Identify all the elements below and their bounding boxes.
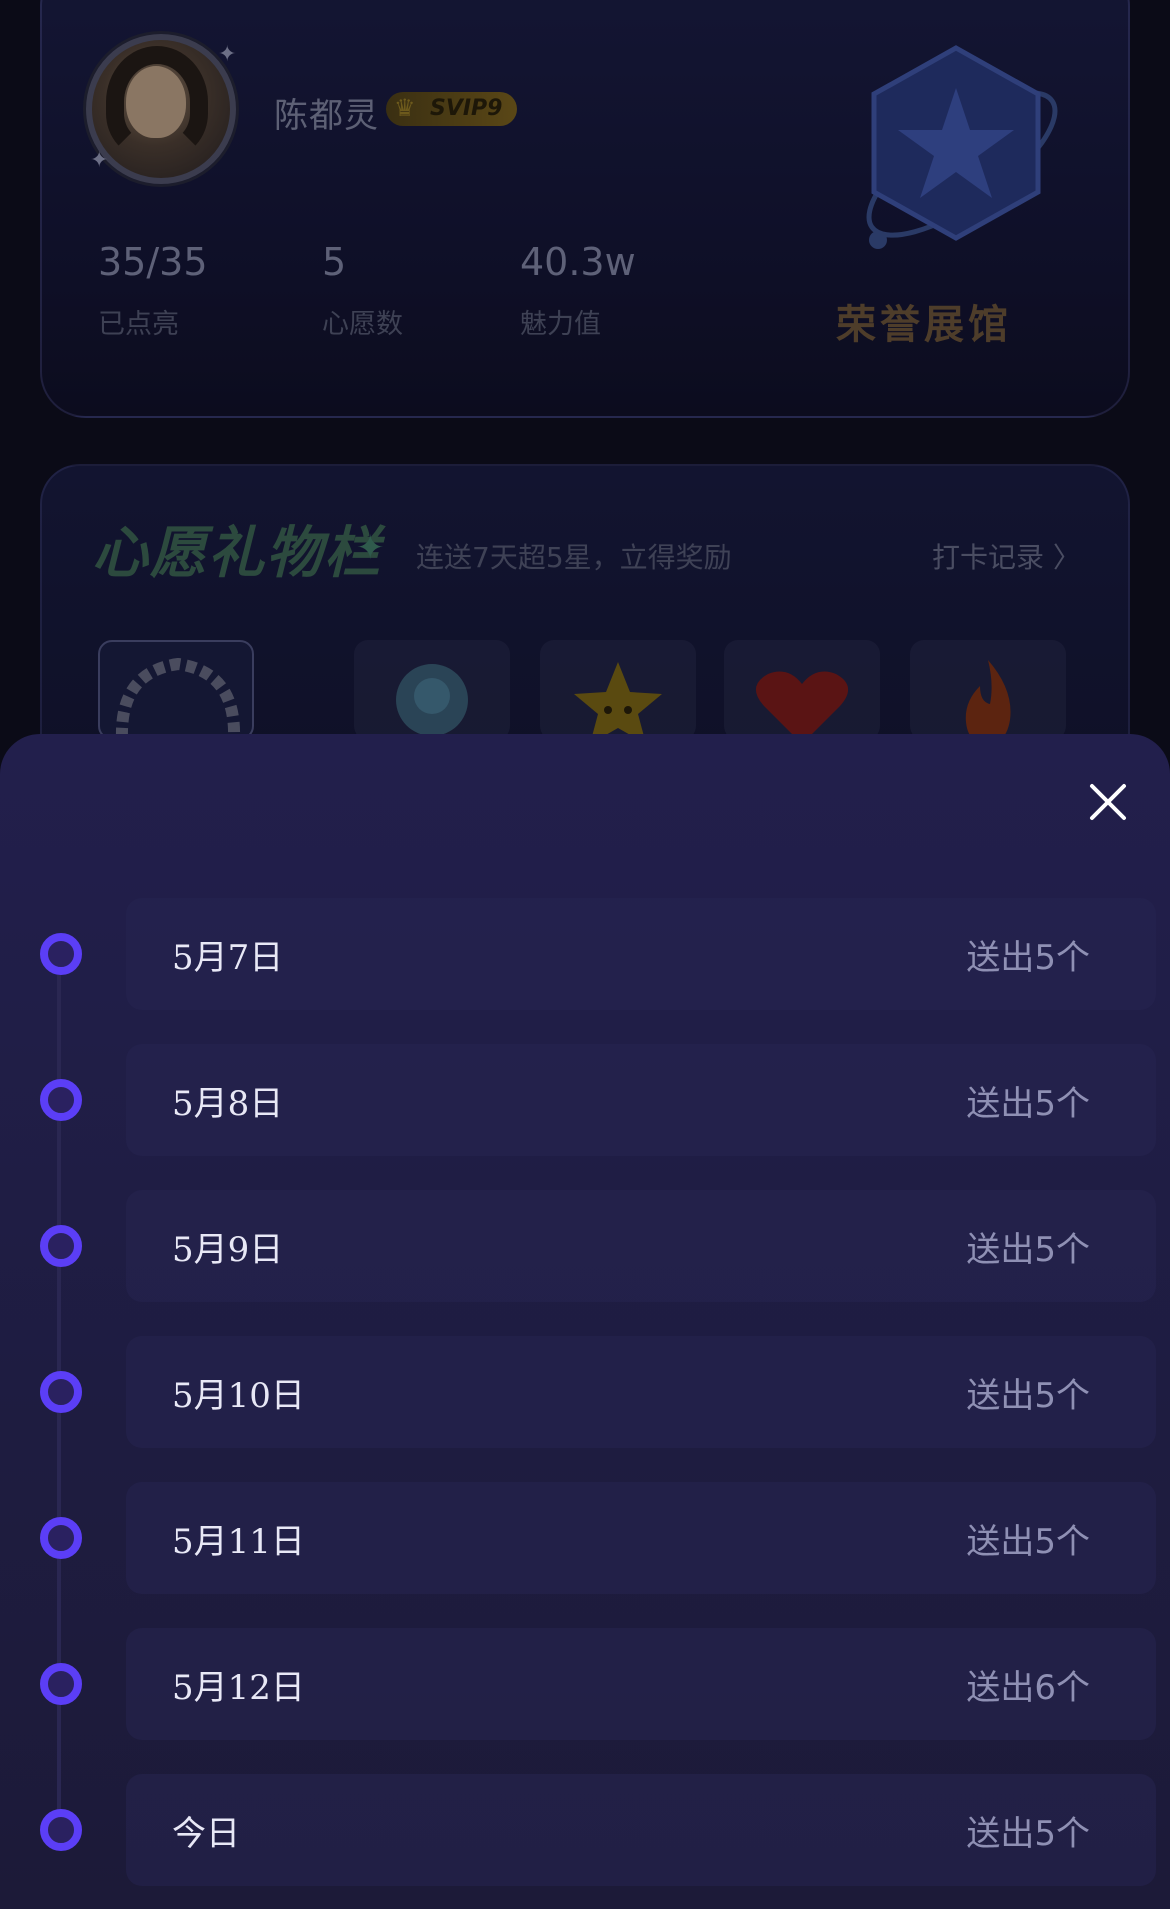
gift-slot-heart[interactable]: [724, 640, 880, 744]
flame-icon: [965, 660, 1011, 744]
timeline-dot-icon: [40, 1225, 82, 1267]
record-row: 5月10日 送出5个: [0, 1336, 1170, 1448]
gift-slot-rose[interactable]: [354, 640, 510, 740]
timeline-dot-icon: [40, 1517, 82, 1559]
stat-value: 40.3w: [520, 240, 636, 284]
record-row: 5月11日 送出5个: [0, 1482, 1170, 1594]
record-count: 送出5个: [966, 1376, 1090, 1416]
record-date: 5月12日: [172, 1668, 305, 1708]
record-date: 5月9日: [172, 1230, 284, 1270]
gift-slot-wreath[interactable]: [98, 640, 254, 740]
record-date: 今日: [172, 1814, 240, 1854]
record-count: 送出6个: [966, 1668, 1090, 1708]
gift-slot-star[interactable]: [540, 640, 696, 744]
record-date: 5月10日: [172, 1376, 305, 1416]
stat-label: 魅力值: [520, 309, 601, 340]
stat-lit: 35/35 已点亮: [98, 240, 208, 341]
checkin-record-link[interactable]: 打卡记录 〉: [932, 536, 1081, 576]
record-count: 送出5个: [966, 1522, 1090, 1562]
avatar[interactable]: [86, 34, 236, 184]
stat-value: 5: [322, 240, 347, 284]
record-card: 今日 送出5个: [126, 1774, 1156, 1886]
user-name: 陈都灵: [274, 96, 379, 136]
record-card: 5月7日 送出5个: [126, 898, 1156, 1010]
timeline-dot-icon: [40, 933, 82, 975]
record-count: 送出5个: [966, 938, 1090, 978]
record-card: 5月11日 送出5个: [126, 1482, 1156, 1594]
record-date: 5月7日: [172, 938, 284, 978]
honor-star-badge-icon[interactable]: [842, 44, 1070, 254]
record-date: 5月11日: [172, 1522, 305, 1562]
sparkle-icon: ✦: [90, 148, 109, 173]
record-row: 5月7日 送出5个: [0, 898, 1170, 1010]
record-card: 5月9日 送出5个: [126, 1190, 1156, 1302]
record-card: 5月12日 送出6个: [126, 1628, 1156, 1740]
stat-label: 心愿数: [322, 309, 403, 340]
record-row: 5月8日 送出5个: [0, 1044, 1170, 1156]
timeline-dot-icon: [40, 1663, 82, 1705]
sparkle-icon: ✦: [218, 42, 237, 67]
timeline-dot-icon: [40, 1371, 82, 1413]
record-row: 今日 送出5个: [0, 1774, 1170, 1886]
timeline-dot-icon: [40, 1079, 82, 1121]
vip-label: SVIP9: [430, 96, 503, 121]
record-card: 5月8日 送出5个: [126, 1044, 1156, 1156]
stat-label: 已点亮: [98, 309, 179, 340]
stat-value: 35/35: [98, 240, 208, 284]
record-card: 5月10日 送出5个: [126, 1336, 1156, 1448]
sparkle-icon: ✦: [356, 528, 385, 568]
honor-hall-label[interactable]: 荣誉展馆: [836, 292, 1012, 350]
stat-charm: 40.3w 魅力值: [520, 240, 636, 341]
record-date: 5月8日: [172, 1084, 284, 1124]
vip-badge: ♛ SVIP9: [386, 92, 517, 126]
stat-wishes: 5 心愿数: [322, 240, 403, 341]
wish-subtitle: 连送7天超5星，立得奖励: [416, 541, 732, 574]
record-count: 送出5个: [966, 1230, 1090, 1270]
gift-slot-flame[interactable]: [910, 640, 1066, 744]
record-count: 送出5个: [966, 1084, 1090, 1124]
close-icon[interactable]: [1082, 776, 1134, 828]
wreath-icon: [115, 657, 241, 739]
crown-icon: ♛: [394, 94, 416, 122]
timeline-dot-icon: [40, 1809, 82, 1851]
record-row: 5月12日 送出6个: [0, 1628, 1170, 1740]
star-icon: [574, 662, 662, 744]
record-row: 5月9日 送出5个: [0, 1190, 1170, 1302]
record-count: 送出5个: [966, 1814, 1090, 1854]
rose-icon: [396, 664, 468, 736]
heart-icon: [755, 671, 849, 744]
wish-title: 心愿礼物栏: [92, 521, 382, 586]
checkin-record-sheet: 5月7日 送出5个 5月8日 送出5个 5月9日 送出5个 5月10日 送出5个…: [0, 734, 1170, 1909]
